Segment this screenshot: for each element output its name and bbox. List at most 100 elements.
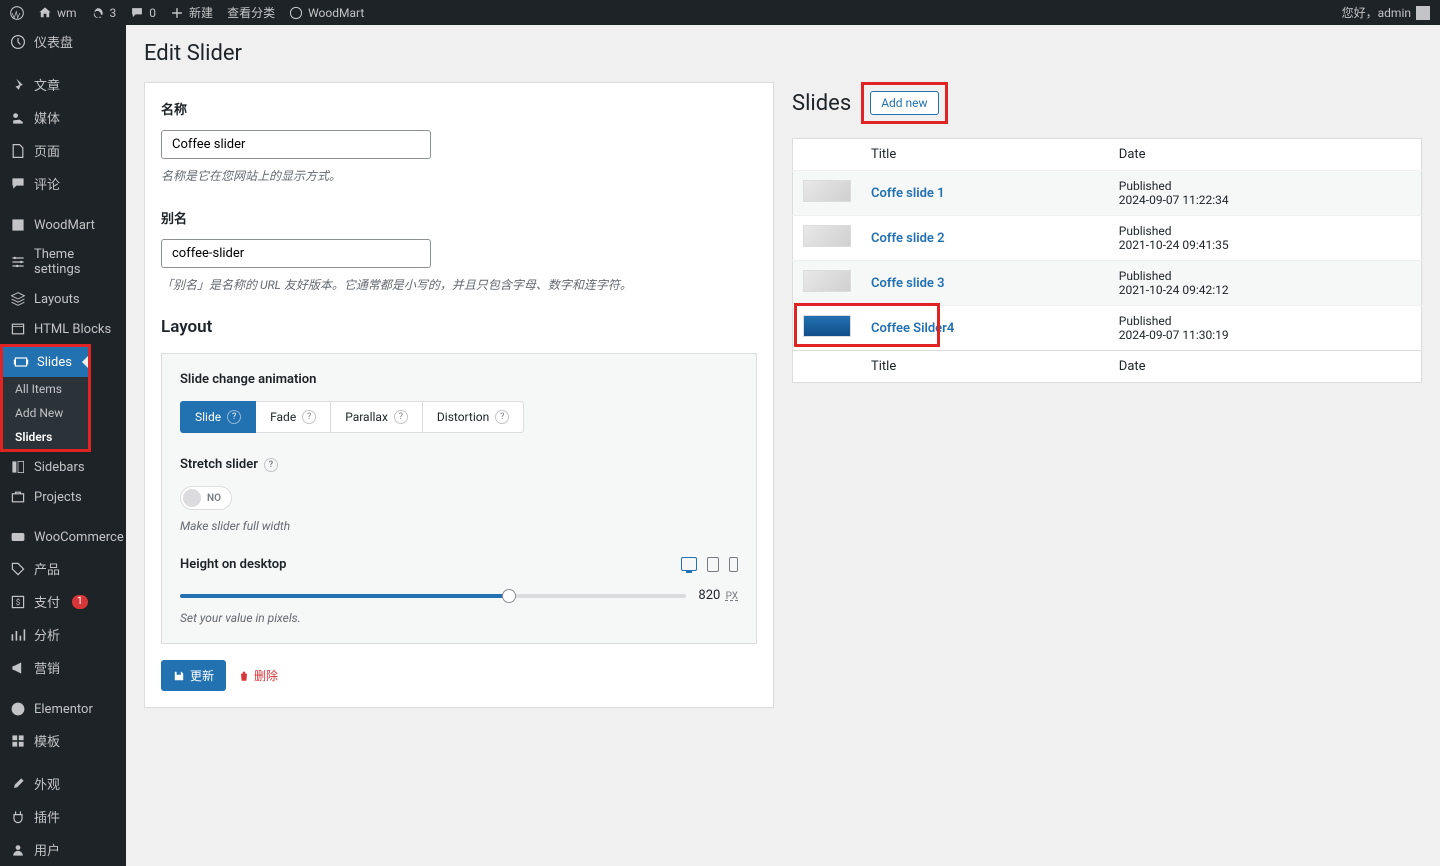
menu-woodmart[interactable]: WoodMart — [0, 210, 126, 240]
dollar-icon: $ — [10, 594, 26, 610]
menu-sidebars[interactable]: Sidebars — [0, 452, 126, 482]
slide-title-link[interactable]: Coffe slide 1 — [871, 186, 945, 201]
menu-plugins[interactable]: 插件 — [0, 800, 126, 833]
tf-date[interactable]: Date — [1109, 351, 1422, 383]
help-icon[interactable]: ? — [394, 410, 408, 424]
menu-marketing[interactable]: 营销 — [0, 651, 126, 684]
menu-label: 文章 — [34, 75, 60, 94]
slide-status: Published — [1119, 224, 1172, 238]
name-input[interactable] — [161, 130, 431, 159]
th-title[interactable]: Title — [861, 139, 1109, 171]
animation-distortion[interactable]: Distortion? — [423, 401, 524, 433]
animation-slide[interactable]: Slide? — [180, 401, 256, 433]
slide-thumb[interactable] — [803, 315, 851, 337]
site-name: wm — [57, 6, 77, 20]
chart-icon — [10, 627, 26, 643]
menu-theme-settings[interactable]: Theme settings — [0, 240, 126, 284]
slide-title-link[interactable]: Coffee Silder4 — [871, 321, 954, 336]
comments-link[interactable]: 0 — [130, 6, 156, 20]
height-unit[interactable]: PX — [726, 591, 738, 602]
woodmart-icon — [289, 6, 303, 20]
slug-label: 别名 — [161, 208, 757, 227]
desktop-icon[interactable] — [681, 557, 697, 571]
menu-payments[interactable]: $支付1 — [0, 585, 126, 618]
menu-label: 仪表盘 — [34, 32, 73, 51]
stretch-toggle[interactable]: NO — [180, 486, 232, 510]
menu-templates[interactable]: 模板 — [0, 724, 126, 757]
updates-count: 3 — [110, 6, 117, 20]
page-icon — [10, 143, 26, 159]
submenu-add-new[interactable]: Add New — [3, 401, 88, 425]
menu-label: 模板 — [34, 731, 60, 750]
new-link[interactable]: 新建 — [170, 4, 213, 21]
wp-logo[interactable] — [10, 6, 24, 20]
slide-date: 2021-10-24 09:41:35 — [1119, 238, 1229, 252]
menu-html-blocks[interactable]: HTML Blocks — [0, 314, 126, 344]
slug-input[interactable] — [161, 239, 431, 268]
submenu-all-items[interactable]: All Items — [3, 377, 88, 401]
help-icon[interactable]: ? — [264, 458, 278, 472]
save-icon — [173, 670, 185, 682]
menu-dashboard[interactable]: 仪表盘 — [0, 25, 126, 58]
menu-appearance[interactable]: 外观 — [0, 767, 126, 800]
howdy-link[interactable]: 您好，admin — [1342, 4, 1430, 21]
animation-fade[interactable]: Fade? — [256, 401, 331, 433]
menu-label: 产品 — [34, 559, 60, 578]
menu-slides[interactable]: Slides — [3, 347, 88, 377]
columns-icon — [10, 459, 26, 475]
update-button[interactable]: 更新 — [161, 660, 226, 691]
height-value-wrap: 820 PX — [698, 588, 738, 603]
menu-label: Projects — [34, 490, 82, 505]
mobile-icon[interactable] — [729, 557, 738, 572]
menu-analytics[interactable]: 分析 — [0, 618, 126, 651]
slide-thumb[interactable] — [803, 180, 851, 202]
menu-elementor[interactable]: Elementor — [0, 694, 126, 724]
slide-thumb[interactable] — [803, 225, 851, 247]
delete-button[interactable]: 删除 — [238, 667, 278, 684]
add-new-highlight: Add new — [861, 82, 947, 124]
help-icon[interactable]: ? — [495, 410, 509, 424]
tablet-icon[interactable] — [707, 557, 719, 572]
view-label: 查看分类 — [227, 4, 275, 21]
page-title: Edit Slider — [144, 41, 1422, 66]
animation-parallax[interactable]: Parallax? — [331, 401, 423, 433]
height-slider[interactable] — [180, 594, 686, 598]
menu-layouts[interactable]: Layouts — [0, 284, 126, 314]
site-link[interactable]: wm — [38, 6, 77, 20]
updates-link[interactable]: 3 — [91, 6, 117, 20]
view-link[interactable]: 查看分类 — [227, 4, 275, 21]
help-icon[interactable]: ? — [302, 410, 316, 424]
home-icon — [38, 6, 52, 20]
name-help: 名称是它在您网站上的显示方式。 — [161, 167, 757, 184]
slide-status: Published — [1119, 269, 1172, 283]
slide-status: Published — [1119, 314, 1172, 328]
add-new-button[interactable]: Add new — [870, 91, 938, 115]
code-icon — [10, 321, 26, 337]
menu-woocommerce[interactable]: WooCommerce — [0, 522, 126, 552]
button-label: 更新 — [190, 667, 214, 684]
button-label: 删除 — [254, 667, 278, 684]
slide-date: 2021-10-24 09:42:12 — [1119, 283, 1229, 297]
slide-thumb[interactable] — [803, 270, 851, 292]
woodmart-link[interactable]: WoodMart — [289, 6, 364, 20]
menu-media[interactable]: 媒体 — [0, 101, 126, 134]
help-icon[interactable]: ? — [227, 410, 241, 424]
menu-users[interactable]: 用户 — [0, 833, 126, 866]
menu-products[interactable]: 产品 — [0, 552, 126, 585]
tf-thumb — [793, 351, 862, 383]
stretch-label: Stretch slider? — [180, 457, 738, 472]
slide-title-link[interactable]: Coffe slide 2 — [871, 231, 945, 246]
menu-comments[interactable]: 评论 — [0, 167, 126, 200]
tf-title[interactable]: Title — [861, 351, 1109, 383]
menu-pages[interactable]: 页面 — [0, 134, 126, 167]
menu-label: Elementor — [34, 702, 93, 717]
template-icon — [10, 733, 26, 749]
submenu-sliders[interactable]: Sliders — [3, 425, 88, 449]
submenu-label: Add New — [15, 406, 63, 420]
th-date[interactable]: Date — [1109, 139, 1422, 171]
menu-projects[interactable]: Projects — [0, 482, 126, 512]
comment-icon — [130, 6, 144, 20]
name-panel: 名称 名称是它在您网站上的显示方式。 别名 「别名」是名称的 URL 友好版本。… — [144, 82, 774, 708]
slide-title-link[interactable]: Coffe slide 3 — [871, 276, 945, 291]
menu-posts[interactable]: 文章 — [0, 68, 126, 101]
